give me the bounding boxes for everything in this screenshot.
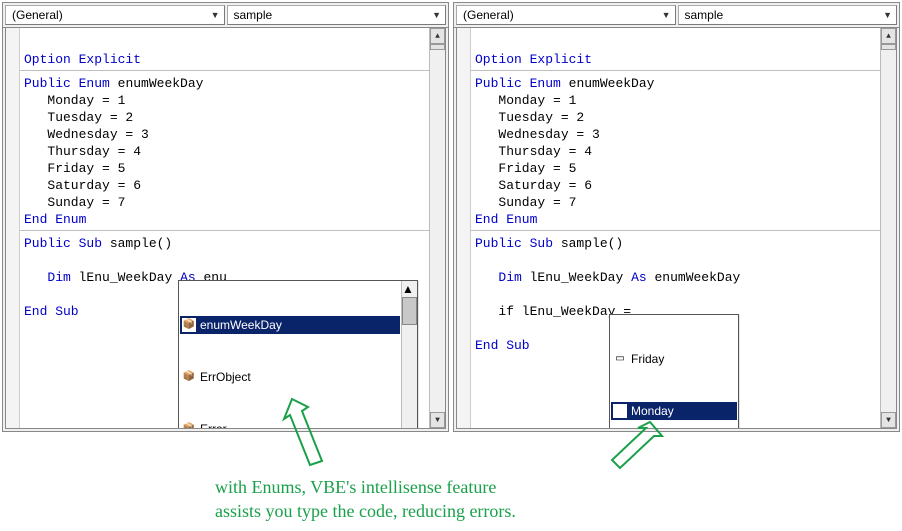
code-divider (20, 230, 429, 231)
scroll-thumb[interactable] (402, 297, 417, 325)
enum-member: Sunday = 7 (47, 195, 125, 210)
procedure-dropdown-value: sample (685, 8, 724, 22)
enum-member: Saturday = 6 (498, 178, 592, 193)
chevron-down-icon: ▼ (883, 10, 892, 20)
class-icon: 📦 (182, 318, 196, 332)
constant-icon: ▭ (613, 404, 627, 418)
editor-gutter (6, 28, 20, 428)
object-dropdown-value: (General) (12, 8, 63, 22)
intellisense-popup[interactable]: ▭Friday ▭Monday ▭Saturday ▭Sunday ▭Thurs… (609, 314, 739, 428)
enum-member: Monday = 1 (498, 93, 576, 108)
kw-public-enum: Public Enum (475, 76, 561, 91)
code-editor[interactable]: Option Explicit Public Enum enumWeekDay … (20, 28, 429, 428)
annotation-text: with Enums, VBE's intellisense feature a… (215, 475, 715, 523)
chevron-down-icon: ▼ (211, 10, 220, 20)
class-icon: 📦 (182, 370, 196, 384)
enum-name: enumWeekDay (569, 76, 655, 91)
annotation-line2: assists you type the code, reducing erro… (215, 499, 715, 523)
split-handle[interactable] (881, 44, 896, 50)
intellisense-item[interactable]: ▭ Friday (611, 350, 737, 368)
enum-member: Wednesday = 3 (47, 127, 148, 142)
intellisense-list: ▭Friday ▭Monday ▭Saturday ▭Sunday ▭Thurs… (610, 315, 738, 428)
enum-name: enumWeekDay (118, 76, 204, 91)
object-dropdown[interactable]: (General) ▼ (456, 5, 676, 25)
intellisense-label: Monday (631, 403, 674, 419)
editor-scrollbar[interactable]: ▲ ▼ (880, 28, 896, 428)
kw-end-enum: End Enum (475, 212, 537, 227)
scroll-up-icon[interactable]: ▲ (430, 28, 445, 44)
intellisense-popup[interactable]: 📦enumWeekDay 📦ErrObject 📦Error 📦ErrorBar… (178, 280, 418, 428)
object-dropdown[interactable]: (General) ▼ (5, 5, 225, 25)
split-handle[interactable] (430, 44, 445, 50)
scroll-up-icon[interactable]: ▲ (402, 281, 417, 298)
code-editor[interactable]: Option Explicit Public Enum enumWeekDay … (471, 28, 880, 428)
intellisense-item[interactable]: ▭ Monday (611, 402, 737, 420)
procedure-dropdown[interactable]: sample ▼ (678, 5, 898, 25)
kw-end-sub: End Sub (24, 304, 79, 319)
scroll-down-icon[interactable]: ▼ (881, 412, 896, 428)
kw-public-sub: Public Sub (475, 236, 553, 251)
code-divider (471, 230, 880, 231)
dim-var: lEnu_WeekDay (79, 270, 173, 285)
enum-member: Sunday = 7 (498, 195, 576, 210)
intellisense-item[interactable]: 📦 Error (180, 420, 400, 428)
object-dropdown-value: (General) (463, 8, 514, 22)
code-divider (20, 70, 429, 71)
intellisense-label: Friday (631, 351, 664, 367)
annotation-line1: with Enums, VBE's intellisense feature (215, 475, 715, 499)
chevron-down-icon: ▼ (662, 10, 671, 20)
left-pane: (General) ▼ sample ▼ Option Explicit Pub… (2, 2, 449, 432)
kw-as: As (631, 270, 647, 285)
dropdown-row: (General) ▼ sample ▼ (3, 3, 448, 28)
class-icon: 📦 (182, 422, 196, 428)
kw-option: Option Explicit (475, 52, 592, 67)
code-editor-wrap: Option Explicit Public Enum enumWeekDay … (5, 28, 446, 429)
root-container: (General) ▼ sample ▼ Option Explicit Pub… (0, 0, 902, 434)
kw-dim: Dim (47, 270, 70, 285)
code-editor-wrap: Option Explicit Public Enum enumWeekDay … (456, 28, 897, 429)
kw-end-enum: End Enum (24, 212, 86, 227)
enum-member: Wednesday = 3 (498, 127, 599, 142)
procedure-dropdown-value: sample (234, 8, 273, 22)
editor-scrollbar[interactable]: ▲ ▼ (429, 28, 445, 428)
chevron-down-icon: ▼ (432, 10, 441, 20)
kw-option: Option Explicit (24, 52, 141, 67)
enum-member: Tuesday = 2 (498, 110, 584, 125)
dropdown-row: (General) ▼ sample ▼ (454, 3, 899, 28)
intellisense-list: 📦enumWeekDay 📦ErrObject 📦Error 📦ErrorBar… (179, 281, 401, 428)
enum-member: Thursday = 4 (47, 144, 141, 159)
right-pane: (General) ▼ sample ▼ Option Explicit Pub… (453, 2, 900, 432)
procedure-dropdown[interactable]: sample ▼ (227, 5, 447, 25)
enum-member: Thursday = 4 (498, 144, 592, 159)
intellisense-label: ErrObject (200, 369, 251, 385)
intellisense-item[interactable]: 📦 ErrObject (180, 368, 400, 386)
sub-decl: sample() (110, 236, 172, 251)
dim-var: lEnu_WeekDay (530, 270, 624, 285)
enum-member: Tuesday = 2 (47, 110, 133, 125)
intellisense-label: Error (200, 421, 227, 428)
enum-member: Friday = 5 (498, 161, 576, 176)
kw-end-sub: End Sub (475, 338, 530, 353)
intellisense-scrollbar[interactable]: ▲ ▼ (401, 281, 417, 428)
enum-member: Monday = 1 (47, 93, 125, 108)
intellisense-item[interactable]: 📦 enumWeekDay (180, 316, 400, 334)
kw-dim: Dim (498, 270, 521, 285)
enum-member: Friday = 5 (47, 161, 125, 176)
sub-decl: sample() (561, 236, 623, 251)
as-type: enumWeekDay (654, 270, 740, 285)
intellisense-label: enumWeekDay (200, 317, 282, 333)
scroll-down-icon[interactable]: ▼ (430, 412, 445, 428)
enum-member: Saturday = 6 (47, 178, 141, 193)
scroll-up-icon[interactable]: ▲ (881, 28, 896, 44)
kw-public-enum: Public Enum (24, 76, 110, 91)
kw-public-sub: Public Sub (24, 236, 102, 251)
constant-icon: ▭ (613, 352, 627, 366)
editor-gutter (457, 28, 471, 428)
code-divider (471, 70, 880, 71)
